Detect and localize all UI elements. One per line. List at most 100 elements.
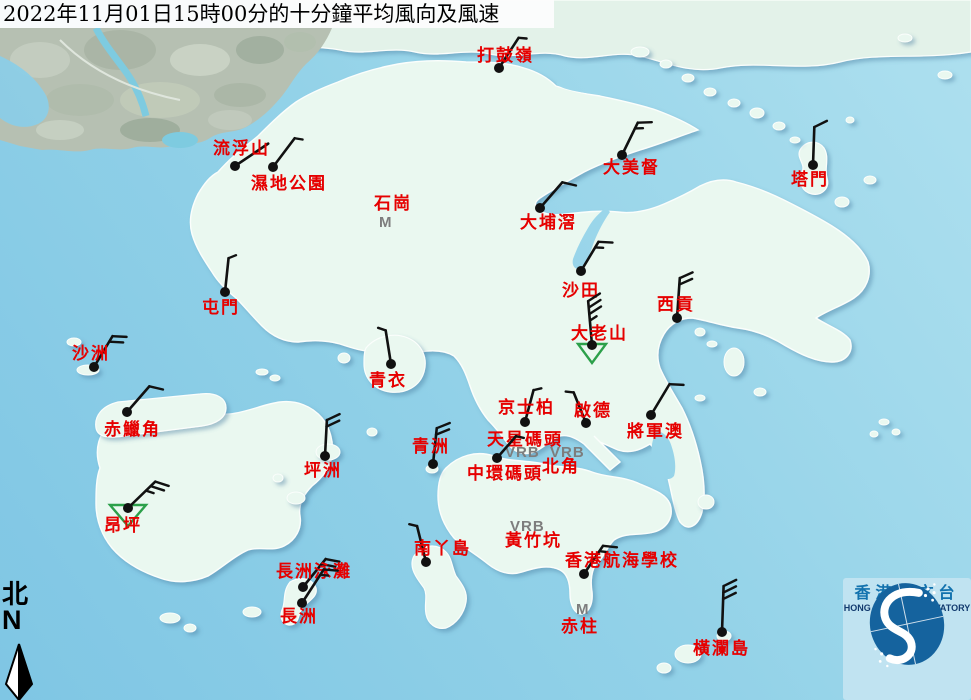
station-將軍澳: 將軍澳 bbox=[627, 384, 684, 441]
station-沙洲: 沙洲 bbox=[72, 336, 127, 372]
map-title: 2022年11月01日15時00分的十分鐘平均風向及風速 bbox=[0, 0, 554, 28]
station-屯門: 屯門 bbox=[202, 255, 240, 317]
hko-logo-emblem bbox=[843, 578, 971, 670]
wind-barb-feather bbox=[723, 593, 736, 599]
station-dot bbox=[122, 407, 132, 417]
station-label: 流浮山 bbox=[213, 138, 270, 158]
wind-barb-half-feather bbox=[320, 575, 328, 576]
station-大美督: 大美督 bbox=[603, 122, 660, 177]
station-dot bbox=[386, 359, 396, 369]
station-label: 香港航海學校 bbox=[565, 550, 679, 570]
station-dot bbox=[320, 451, 330, 461]
wind-barb-feather bbox=[327, 414, 340, 420]
station-label: 大美督 bbox=[603, 157, 660, 177]
station-赤柱: 赤柱M bbox=[561, 601, 599, 636]
wind-barb-staff bbox=[540, 182, 562, 208]
wind-barb-feather bbox=[679, 279, 692, 285]
station-昂坪: 昂坪 bbox=[104, 482, 169, 535]
wind-barb-feather bbox=[151, 486, 164, 490]
station-dot bbox=[672, 313, 682, 323]
wind-barb-feather bbox=[724, 580, 737, 586]
marker-VRB: VRB bbox=[510, 518, 545, 535]
wind-barb-staff bbox=[225, 258, 229, 292]
station-dot bbox=[520, 417, 530, 427]
wind-barb-feather bbox=[562, 182, 576, 185]
wind-barb-feather bbox=[680, 272, 693, 278]
compass: 北 N bbox=[2, 582, 28, 632]
station-dot bbox=[298, 582, 308, 592]
station-label: 長洲 bbox=[280, 607, 318, 626]
wind-barb-staff bbox=[127, 386, 149, 412]
station-流浮山: 流浮山 bbox=[213, 138, 270, 171]
compass-north-letter: N bbox=[2, 608, 28, 632]
marker-M: M bbox=[379, 214, 393, 231]
station-label: 長洲泳灘 bbox=[276, 561, 352, 581]
station-label: 塔門 bbox=[791, 169, 829, 189]
station-石崗: 石崗M bbox=[373, 194, 412, 231]
station-label: 青洲 bbox=[412, 436, 450, 456]
station-南丫島: 南丫島 bbox=[409, 524, 471, 567]
stations-overlay: 打鼓嶺流浮山濕地公園石崗M大美督塔門大埔滘屯門沙田西貢大老山沙洲赤鱲角昂坪青衣坪… bbox=[0, 0, 971, 700]
station-label: 赤柱 bbox=[561, 616, 599, 636]
station-label: 大埔滘 bbox=[520, 212, 577, 232]
station-label: 昂坪 bbox=[104, 516, 142, 535]
station-啟德: 啟德 bbox=[566, 392, 612, 428]
station-dot bbox=[220, 287, 230, 297]
station-dot bbox=[579, 569, 589, 579]
station-dot bbox=[123, 503, 133, 513]
station-label: 中環碼頭 bbox=[467, 463, 543, 483]
wind-barb-half-feather bbox=[409, 524, 417, 526]
station-label: 啟德 bbox=[574, 400, 612, 420]
station-黃竹坑: 黃竹坑VRB bbox=[504, 518, 562, 550]
wind-barb-feather bbox=[814, 121, 827, 127]
station-label: 打鼓嶺 bbox=[477, 45, 534, 65]
station-label: 赤鱲角 bbox=[104, 419, 161, 439]
station-label: 京士柏 bbox=[498, 397, 555, 417]
wind-barb-staff bbox=[581, 242, 599, 271]
title-bar: 2022年11月01日15時00分的十分鐘平均風向及風速 bbox=[0, 0, 554, 28]
wind-barb-half-feather bbox=[378, 328, 386, 331]
station-dot bbox=[646, 410, 656, 420]
wind-barb-feather bbox=[327, 421, 340, 427]
hko-logo: 香港天文台 HONG KONG OBSERVATORY bbox=[843, 578, 971, 700]
wind-barb-feather bbox=[113, 336, 127, 337]
wind-barb-feather bbox=[589, 300, 601, 308]
wind-barb-feather bbox=[599, 242, 613, 243]
station-dot bbox=[89, 362, 99, 372]
station-label: 青衣 bbox=[369, 370, 407, 390]
station-dot bbox=[428, 459, 438, 469]
station-塔門: 塔門 bbox=[791, 121, 829, 189]
wind-barb-feather bbox=[603, 546, 617, 547]
wind-barb-half-feather bbox=[566, 392, 574, 393]
weather-map-screenshot: 打鼓嶺流浮山濕地公園石崗M大美督塔門大埔滘屯門沙田西貢大老山沙洲赤鱲角昂坪青衣坪… bbox=[0, 0, 971, 700]
station-打鼓嶺: 打鼓嶺 bbox=[477, 38, 534, 73]
wind-barb-staff bbox=[273, 138, 295, 167]
station-label: 西貢 bbox=[657, 295, 695, 314]
station-label: 南丫島 bbox=[414, 538, 471, 558]
station-西貢: 西貢 bbox=[657, 272, 695, 323]
wind-barb-feather bbox=[670, 384, 684, 385]
station-赤鱲角: 赤鱲角 bbox=[104, 386, 163, 439]
station-dot bbox=[492, 453, 502, 463]
station-青洲: 青洲 bbox=[412, 423, 450, 469]
wind-barb-half-feather bbox=[519, 38, 527, 39]
station-dot bbox=[808, 160, 818, 170]
station-坪洲: 坪洲 bbox=[304, 414, 342, 480]
marker-M: M bbox=[576, 601, 590, 618]
station-label: 屯門 bbox=[202, 297, 240, 317]
wind-barb-feather bbox=[437, 423, 450, 428]
station-label: 將軍澳 bbox=[627, 421, 684, 441]
wind-barb-feather bbox=[149, 386, 163, 389]
station-京士柏: 京士柏 bbox=[498, 388, 555, 427]
station-長洲泳灘: 長洲泳灘 bbox=[276, 559, 352, 592]
wind-barb-feather bbox=[155, 482, 168, 486]
station-label: 大老山 bbox=[571, 323, 628, 343]
wind-barb-feather bbox=[109, 342, 123, 343]
station-label: 坪洲 bbox=[304, 461, 342, 480]
wind-barb-staff bbox=[651, 384, 670, 415]
station-label: 濕地公園 bbox=[251, 173, 327, 193]
wind-barb-staff bbox=[386, 330, 391, 364]
wind-barb-staff bbox=[813, 127, 814, 165]
station-香港航海學校: 香港航海學校 bbox=[565, 546, 679, 579]
compass-needle bbox=[6, 644, 32, 700]
